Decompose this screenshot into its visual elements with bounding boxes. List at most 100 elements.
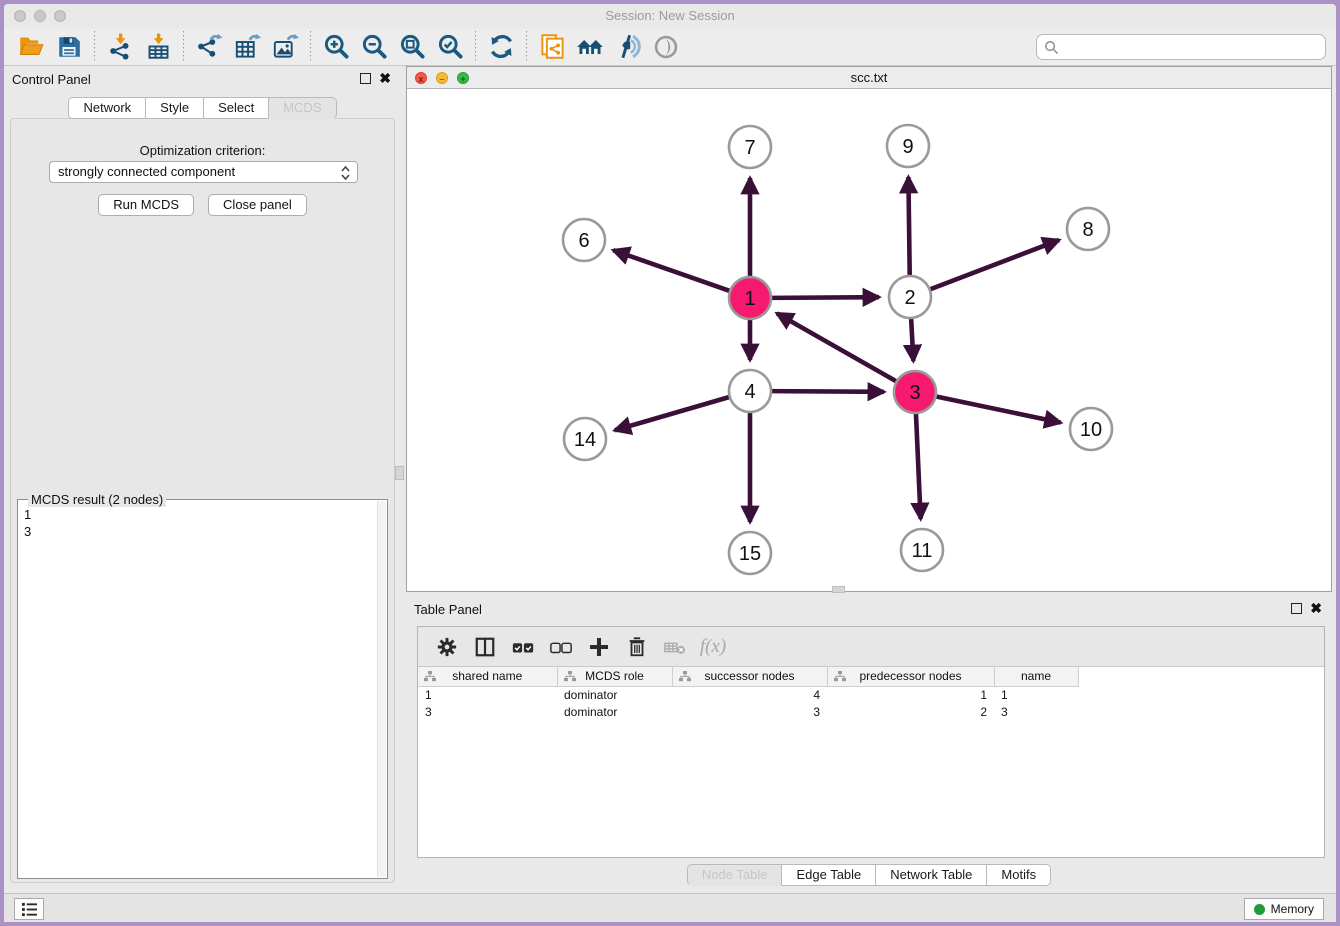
network-canvas[interactable]: 1 2 3 4 6 7 8 9 10 11 14 15: [407, 89, 1331, 591]
graph-node-3[interactable]: 3: [894, 371, 936, 413]
table-cell[interactable]: dominator: [557, 686, 672, 703]
graph-edge-3-10[interactable]: [936, 396, 1061, 422]
tab-motifs[interactable]: Motifs: [987, 864, 1051, 886]
graph-node-15[interactable]: 15: [729, 532, 771, 574]
graph-node-11[interactable]: 11: [901, 529, 943, 571]
clone-network-button[interactable]: [533, 31, 571, 63]
close-table-panel-icon[interactable]: ✖: [1310, 601, 1322, 615]
graph-edge-4-3[interactable]: [771, 391, 884, 392]
hide-graphics-details-button[interactable]: [647, 31, 685, 63]
function-builder-button[interactable]: f(x): [696, 631, 730, 663]
delete-column-button[interactable]: [620, 631, 654, 663]
network-window-titlebar[interactable]: x – + scc.txt: [407, 67, 1331, 89]
show-graphics-details-button[interactable]: [609, 31, 647, 63]
column-header-successor-nodes[interactable]: successor nodes: [672, 667, 827, 686]
graph-edge-3-11[interactable]: [916, 413, 921, 519]
run-mcds-button[interactable]: Run MCDS: [98, 194, 194, 216]
table-cell[interactable]: 4: [672, 686, 827, 703]
network-minimize-icon[interactable]: –: [436, 72, 448, 84]
optimization-criterion-label: Optimization criterion:: [11, 143, 394, 158]
tab-network-table[interactable]: Network Table: [876, 864, 987, 886]
close-window-icon[interactable]: [14, 10, 26, 22]
mcds-panel: Optimization criterion: strongly connect…: [10, 118, 395, 883]
network-zoom-icon[interactable]: +: [457, 72, 469, 84]
clone-network-icon: [539, 33, 566, 60]
zoom-in-button[interactable]: [317, 31, 355, 63]
graph-edge-2-9[interactable]: [908, 177, 909, 276]
tab-edge-table[interactable]: Edge Table: [782, 864, 876, 886]
import-table-button[interactable]: [139, 31, 177, 63]
open-session-button[interactable]: [12, 31, 50, 63]
column-header-predecessor-nodes[interactable]: predecessor nodes: [827, 667, 994, 686]
table-cell[interactable]: dominator: [557, 703, 672, 720]
import-network-button[interactable]: [101, 31, 139, 63]
graph-edge-3-1[interactable]: [777, 313, 897, 381]
minimize-window-icon[interactable]: [34, 10, 46, 22]
result-scrollbar[interactable]: [377, 501, 386, 877]
graph-edge-1-2[interactable]: [771, 297, 879, 298]
graph-edge-2-3[interactable]: [911, 318, 913, 361]
tab-mcds[interactable]: MCDS: [269, 97, 336, 119]
network-close-icon[interactable]: x: [415, 72, 427, 84]
node-table: shared nameMCDS rolesuccessor nodesprede…: [418, 667, 1079, 720]
vertical-splitter-grip[interactable]: [395, 466, 404, 480]
tab-network[interactable]: Network: [68, 97, 146, 119]
column-header-shared-name[interactable]: shared name: [418, 667, 557, 686]
zoom-out-button[interactable]: [355, 31, 393, 63]
graph-node-7[interactable]: 7: [729, 126, 771, 168]
horizontal-splitter-grip[interactable]: [832, 586, 845, 593]
export-image-button[interactable]: [266, 31, 304, 63]
zoom-window-icon[interactable]: [54, 10, 66, 22]
task-history-button[interactable]: [14, 898, 44, 920]
export-network-button[interactable]: [190, 31, 228, 63]
float-table-panel-icon[interactable]: [1291, 603, 1302, 614]
float-panel-icon[interactable]: [360, 73, 371, 84]
graph-node-14[interactable]: 14: [564, 418, 606, 460]
search-input[interactable]: [1059, 37, 1325, 57]
table-cell[interactable]: 1: [418, 686, 557, 703]
column-header-name[interactable]: name: [994, 667, 1078, 686]
optimization-criterion-dropdown[interactable]: strongly connected component: [49, 161, 358, 183]
graph-node-label: 4: [744, 381, 755, 403]
delete-table-button[interactable]: [658, 631, 692, 663]
deselect-all-columns-button[interactable]: [544, 631, 578, 663]
table-row[interactable]: 3dominator323: [418, 703, 1078, 720]
graph-node-4[interactable]: 4: [729, 370, 771, 412]
tab-style[interactable]: Style: [146, 97, 204, 119]
graph-node-6[interactable]: 6: [563, 219, 605, 261]
graph-node-10[interactable]: 10: [1070, 408, 1112, 450]
mcds-result-text[interactable]: 13: [24, 506, 375, 876]
search-field[interactable]: [1036, 34, 1326, 60]
memory-button[interactable]: Memory: [1244, 898, 1324, 920]
graph-node-8[interactable]: 8: [1067, 208, 1109, 250]
zoom-selected-button[interactable]: [431, 31, 469, 63]
save-session-button[interactable]: [50, 31, 88, 63]
tab-node-table[interactable]: Node Table: [687, 864, 783, 886]
table-cell[interactable]: 1: [994, 686, 1078, 703]
table-settings-button[interactable]: [430, 631, 464, 663]
table-cell[interactable]: 3: [994, 703, 1078, 720]
table-cell[interactable]: 1: [827, 686, 994, 703]
graph-edge-4-14[interactable]: [615, 397, 730, 430]
graph-node-1[interactable]: 1: [729, 277, 771, 319]
create-column-button[interactable]: [582, 631, 616, 663]
tab-select[interactable]: Select: [204, 97, 269, 119]
split-columns-button[interactable]: [468, 631, 502, 663]
table-cell[interactable]: 3: [418, 703, 557, 720]
graph-edge-2-8[interactable]: [930, 240, 1059, 289]
table-row[interactable]: 1dominator411: [418, 686, 1078, 703]
close-panel-button[interactable]: Close panel: [208, 194, 307, 216]
table-cell[interactable]: 2: [827, 703, 994, 720]
column-header-MCDS-role[interactable]: MCDS role: [557, 667, 672, 686]
zoom-fit-button[interactable]: [393, 31, 431, 63]
table-cell[interactable]: 3: [672, 703, 827, 720]
first-neighbors-button[interactable]: [571, 31, 609, 63]
refresh-layout-button[interactable]: [482, 31, 520, 63]
select-all-columns-button[interactable]: [506, 631, 540, 663]
graph-node-2[interactable]: 2: [889, 276, 931, 318]
plus-icon: [587, 635, 611, 659]
close-panel-icon[interactable]: ✖: [379, 71, 391, 85]
graph-edge-1-6[interactable]: [613, 250, 730, 291]
graph-node-9[interactable]: 9: [887, 125, 929, 167]
export-table-button[interactable]: [228, 31, 266, 63]
